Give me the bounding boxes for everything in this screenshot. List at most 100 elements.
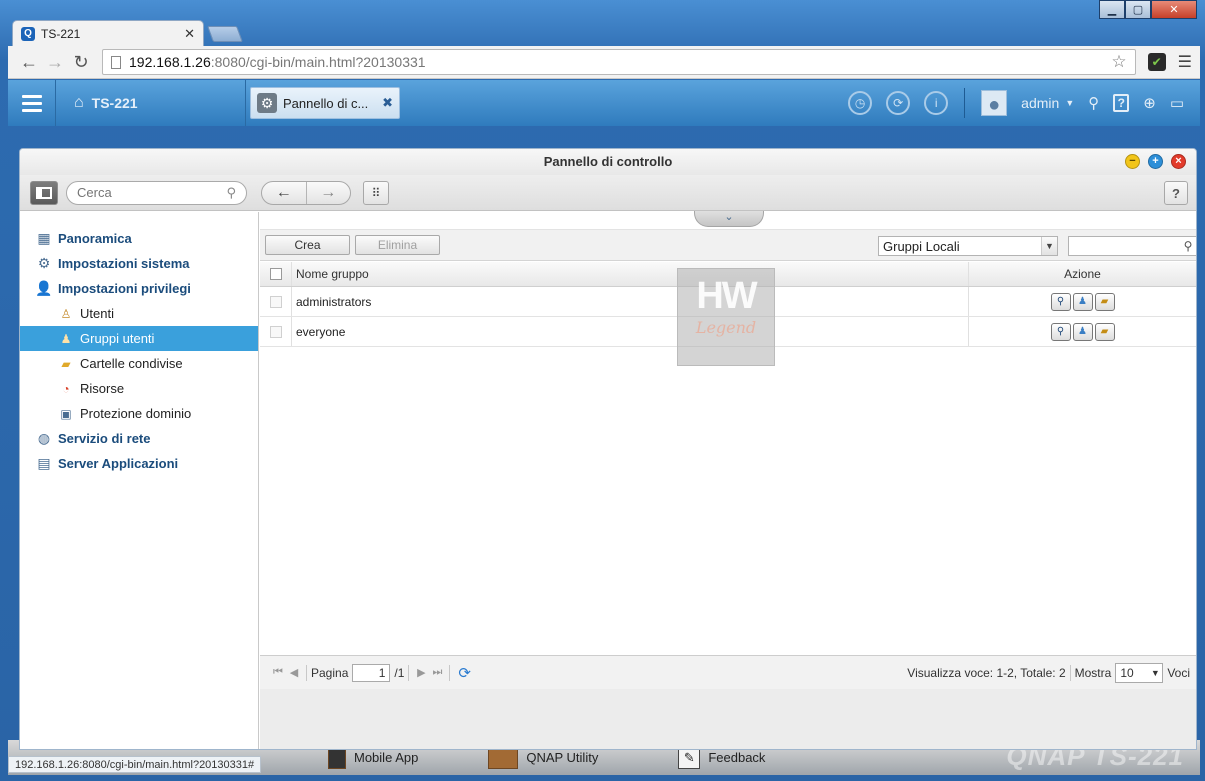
sidebar-item-gruppi-utenti[interactable]: ♟ Gruppi utenti [20, 326, 258, 351]
search-icon[interactable]: ⚲ [1179, 239, 1196, 253]
total-pages: /1 [394, 665, 405, 680]
chevron-down-icon: ⌄ [724, 211, 734, 223]
avatar[interactable]: ● [981, 90, 1008, 116]
app-tab-control-panel[interactable]: ⚙ Pannello di c... ✖ [250, 87, 400, 119]
first-page-icon[interactable]: ⏮ [270, 666, 286, 679]
select-all-checkbox[interactable] [269, 268, 282, 280]
home-button[interactable]: ⌂ TS-221 [56, 80, 246, 126]
extension-icon[interactable]: ✔ [1147, 53, 1166, 71]
url-path: :8080/cgi-bin/main.html?20130331 [210, 54, 426, 70]
browser-menu-icon[interactable]: ☰ [1178, 52, 1192, 72]
desktop-item-label: QNAP Utility [526, 750, 599, 765]
collapse-banner-tab[interactable]: ⌄ [694, 211, 764, 227]
search-icon[interactable]: ⚲ [1088, 94, 1099, 112]
close-tab-icon[interactable]: ✕ [184, 26, 195, 42]
show-label: Mostra [1074, 665, 1112, 680]
maximize-window-button[interactable]: ▢ [1125, 0, 1151, 19]
qts-topbar-right: ◷ ⟳ i ● admin ▼ ⚲ ? ⊕ ▭ [848, 80, 1184, 126]
page-label: Pagina [311, 665, 349, 680]
edit-members-icon[interactable]: ♟ [1072, 322, 1093, 341]
forward-button[interactable]: → [305, 181, 351, 204]
background-tasks-icon[interactable]: ◷ [848, 91, 873, 115]
gear-icon: ⚙ [37, 255, 51, 271]
browser-toolbar: ← → ↻ 192.168.1.26 :8080/cgi-bin/main.ht… [8, 46, 1200, 79]
back-arrow-icon[interactable]: ← [16, 52, 42, 73]
help-icon[interactable]: ? [1113, 94, 1130, 112]
folder-permissions-icon[interactable]: ▰ [1094, 322, 1115, 341]
content-area: ⌄ Crea Elimina Gruppi Locali ▼ ⚲ Nome gr… [260, 211, 1196, 749]
window-controls: ▁ ▢ ✕ [1099, 0, 1197, 19]
sidebar-item-panoramica[interactable]: ▦ Panoramica [20, 226, 258, 251]
main-menu-icon[interactable] [8, 80, 56, 126]
chevron-down-icon[interactable]: ▼ [1065, 98, 1074, 108]
view-group-icon[interactable]: ⚲ [1050, 292, 1071, 311]
view-group-icon[interactable]: ⚲ [1050, 322, 1071, 341]
all-apps-grid-button[interactable]: ⠿ [363, 180, 389, 205]
desktop-preferences-icon[interactable]: ▭ [1170, 94, 1184, 112]
bookmark-star-icon[interactable]: ☆ [1111, 52, 1126, 72]
close-app-tab-icon[interactable]: ✖ [382, 95, 393, 111]
topbar-divider [964, 88, 966, 118]
pager-divider [306, 664, 307, 681]
create-button[interactable]: Crea [265, 235, 350, 255]
help-button[interactable]: ? [1164, 181, 1188, 205]
username-menu[interactable]: admin [1021, 95, 1059, 111]
sidebar-item-utenti[interactable]: ♙ Utenti [20, 301, 258, 326]
window-titlebar[interactable]: Pannello di controllo − + × [20, 149, 1196, 175]
app-tab-label: Pannello di c... [283, 95, 369, 111]
maximize-icon[interactable]: + [1148, 154, 1163, 169]
minimize-icon[interactable]: − [1125, 154, 1140, 169]
search-field[interactable]: ⚲ [66, 180, 247, 205]
back-button[interactable]: ← [262, 182, 306, 204]
column-header-name[interactable]: Nome gruppo [292, 262, 969, 286]
address-bar[interactable]: 192.168.1.26 :8080/cgi-bin/main.html?201… [102, 49, 1136, 75]
refresh-icon[interactable]: ⟳ [458, 664, 471, 682]
external-device-icon[interactable]: ⟳ [886, 91, 911, 115]
sidebar-item-label: Impostazioni sistema [58, 256, 190, 271]
search-input[interactable] [77, 185, 217, 200]
group-type-select[interactable]: Gruppi Locali ▼ [878, 236, 1058, 256]
sidebar-item-servizio-di-rete[interactable]: ◍ Servizio di rete [20, 426, 258, 451]
browser-tab[interactable]: Q TS-221 ✕ [12, 20, 204, 46]
new-tab-button[interactable] [207, 26, 243, 42]
sidebar-item-impostazioni-sistema[interactable]: ⚙ Impostazioni sistema [20, 251, 258, 276]
items-label: Voci [1167, 665, 1190, 680]
pagination-bar: ⏮ ◀ Pagina 1 /1 ▶ ⏭ ⟳ Visualizza voce: 1… [260, 655, 1196, 689]
sidebar-item-impostazioni-privilegi[interactable]: 👤 Impostazioni privilegi [20, 276, 258, 301]
sidebar-item-server-applicazioni[interactable]: ▤ Server Applicazioni [20, 451, 258, 476]
sidebar-item-cartelle-condivise[interactable]: ▰ Cartelle condivise [20, 351, 258, 376]
sidebar-item-label: Protezione dominio [80, 406, 192, 421]
group-filter-input[interactable]: ⚲ [1068, 236, 1196, 256]
minimize-window-button[interactable]: ▁ [1099, 0, 1125, 19]
sidebar-item-protezione-dominio[interactable]: ▣ Protezione dominio [20, 401, 258, 426]
close-icon[interactable]: × [1171, 154, 1186, 169]
row-checkbox[interactable] [269, 295, 282, 308]
control-panel-toolbar: ⚲ ← → ⠿ ? [20, 175, 1196, 211]
page-number-input[interactable]: 1 [352, 663, 391, 682]
window-footer [260, 689, 1196, 749]
event-notification-icon[interactable]: i [924, 91, 949, 115]
last-page-icon[interactable]: ⏭ [429, 666, 445, 679]
desktop-item-label: Feedback [708, 750, 766, 765]
close-window-button[interactable]: ✕ [1151, 0, 1197, 19]
desktop-item-label: Mobile App [354, 750, 419, 765]
search-icon[interactable]: ⚲ [226, 185, 236, 201]
sidebar-toggle-button[interactable] [30, 180, 58, 205]
per-page-value: 10 [1120, 665, 1134, 680]
next-page-icon[interactable]: ▶ [413, 666, 429, 679]
reload-icon[interactable]: ↻ [68, 52, 94, 73]
language-globe-icon[interactable]: ⊕ [1143, 94, 1156, 112]
edit-members-icon[interactable]: ♟ [1072, 292, 1093, 311]
sidebar-item-label: Risorse [80, 381, 125, 396]
folder-permissions-icon[interactable]: ▰ [1094, 292, 1115, 311]
delete-button[interactable]: Elimina [355, 235, 440, 255]
forward-arrow-icon[interactable]: → [42, 52, 68, 73]
action-bar: Crea Elimina Gruppi Locali ▼ ⚲ [260, 229, 1196, 261]
browser-tabstrip: Q TS-221 ✕ [12, 20, 243, 46]
row-checkbox[interactable] [269, 325, 282, 338]
sidebar-item-risorse[interactable]: ◔ Risorse [20, 376, 258, 401]
home-icon: ⌂ [74, 94, 84, 111]
prev-page-icon[interactable]: ◀ [286, 666, 302, 679]
watermark-line2: Legend [695, 318, 757, 337]
per-page-select[interactable]: 10 ▼ [1115, 662, 1164, 683]
